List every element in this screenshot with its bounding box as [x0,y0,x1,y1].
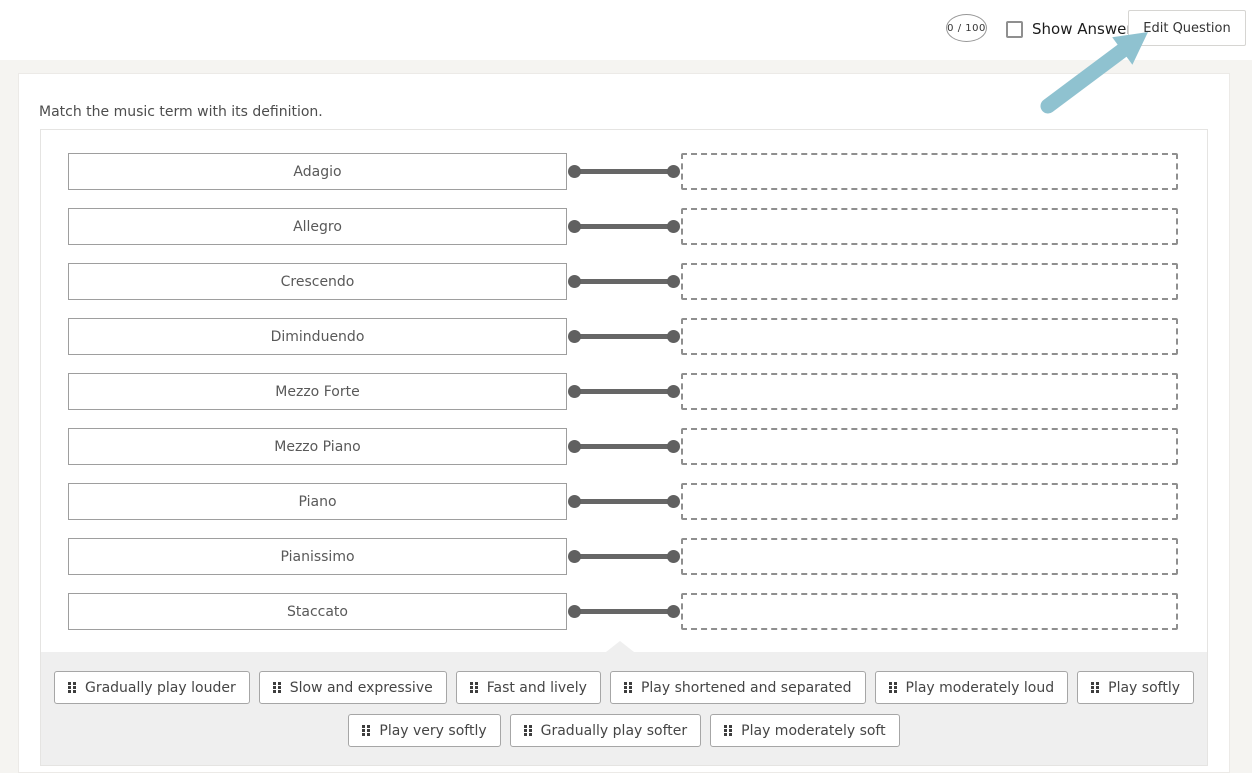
answer-chip-label: Play shortened and separated [641,680,852,696]
answer-chip-label: Play very softly [379,723,486,739]
drop-target[interactable] [681,483,1178,520]
answer-chip[interactable]: Gradually play softer [510,714,702,747]
drop-target[interactable] [681,428,1178,465]
drag-handle-icon [470,682,478,693]
match-connector [567,263,681,300]
show-answers-control: Show Answers [1006,19,1140,39]
answer-chip-label: Play moderately loud [906,680,1055,696]
drag-handle-icon [524,725,532,736]
answer-chip[interactable]: Play very softly [348,714,500,747]
answer-chip-label: Slow and expressive [290,680,433,696]
question-card: Match the music term with its definition… [18,73,1230,773]
match-row: Mezzo Piano [68,428,1178,465]
drag-handle-icon [273,682,281,693]
bank-caret [606,641,634,652]
drag-handle-icon [362,725,370,736]
answer-chip-label: Gradually play softer [541,723,688,739]
drag-handle-icon [889,682,897,693]
answer-chip[interactable]: Gradually play louder [54,671,250,704]
term-box: Allegro [68,208,567,245]
answer-chip-label: Play moderately soft [741,723,885,739]
drag-handle-icon [624,682,632,693]
answer-chip-label: Gradually play louder [85,680,236,696]
drop-target[interactable] [681,208,1178,245]
match-connector [567,373,681,410]
matching-area: Adagio Allegro Crescendo Diminduendo [40,129,1208,766]
match-row: Piano [68,483,1178,520]
drop-target[interactable] [681,593,1178,630]
match-row: Pianissimo [68,538,1178,575]
show-answers-checkbox[interactable] [1006,21,1023,38]
match-rows: Adagio Allegro Crescendo Diminduendo [41,130,1207,630]
term-box: Piano [68,483,567,520]
term-box: Crescendo [68,263,567,300]
answer-chip-label: Play softly [1108,680,1180,696]
match-row: Adagio [68,153,1178,190]
term-box: Diminduendo [68,318,567,355]
match-connector [567,208,681,245]
match-connector [567,318,681,355]
edit-question-button[interactable]: Edit Question [1128,10,1246,46]
question-prompt: Match the music term with its definition… [39,104,323,120]
answer-bank: Gradually play louder Slow and expressiv… [41,652,1207,765]
match-row: Staccato [68,593,1178,630]
match-connector [567,538,681,575]
answer-chip[interactable]: Play softly [1077,671,1194,704]
drag-handle-icon [724,725,732,736]
answer-bank-row: Gradually play louder Slow and expressiv… [53,671,1195,704]
match-connector [567,483,681,520]
answer-bank-row: Play very softly Gradually play softer P… [53,714,1195,747]
answer-chip-label: Fast and lively [487,680,587,696]
drop-target[interactable] [681,153,1178,190]
match-connector [567,428,681,465]
term-box: Staccato [68,593,567,630]
match-row: Diminduendo [68,318,1178,355]
answer-chip[interactable]: Play moderately loud [875,671,1069,704]
top-toolbar: 0 / 100 Show Answers Edit Question [0,0,1252,60]
match-row: Mezzo Forte [68,373,1178,410]
term-box: Mezzo Forte [68,373,567,410]
match-row: Allegro [68,208,1178,245]
drag-handle-icon [1091,682,1099,693]
drag-handle-icon [68,682,76,693]
answer-chip[interactable]: Fast and lively [456,671,601,704]
term-box: Adagio [68,153,567,190]
answer-chip[interactable]: Play shortened and separated [610,671,866,704]
score-badge: 0 / 100 [946,14,987,42]
drop-target[interactable] [681,263,1178,300]
term-box: Mezzo Piano [68,428,567,465]
term-box: Pianissimo [68,538,567,575]
match-connector [567,593,681,630]
answer-chip[interactable]: Play moderately soft [710,714,899,747]
drop-target[interactable] [681,538,1178,575]
match-connector [567,153,681,190]
answer-chip[interactable]: Slow and expressive [259,671,447,704]
match-row: Crescendo [68,263,1178,300]
drop-target[interactable] [681,373,1178,410]
show-answers-label[interactable]: Show Answers [1032,20,1140,38]
drop-target[interactable] [681,318,1178,355]
